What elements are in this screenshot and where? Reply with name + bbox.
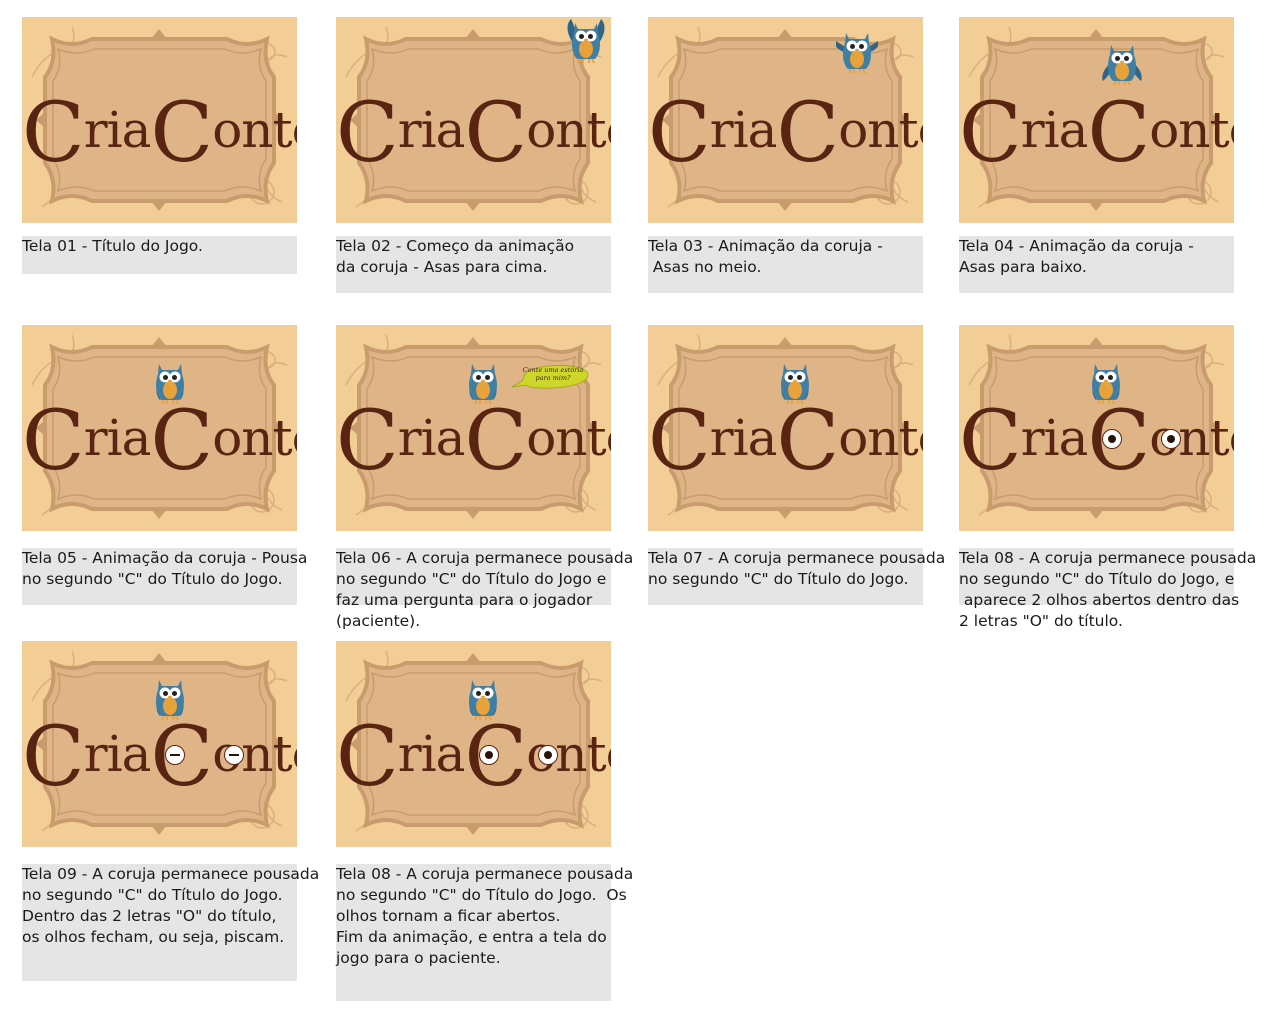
owl-icon xyxy=(565,17,607,65)
frame-caption-text: Tela 05 - Animação da coruja - Pousa no … xyxy=(22,549,308,588)
frame-caption-text: Tela 06 - A coruja permanece pousada no … xyxy=(336,549,634,630)
owl-icon xyxy=(149,358,191,406)
owl-icon xyxy=(1101,39,1143,87)
storyboard-frame-10: CriaConto xyxy=(336,641,611,847)
frame-caption-text: Tela 08 - A coruja permanece pousada no … xyxy=(336,865,634,967)
storyboard-frame-03: CriaConto xyxy=(648,17,923,223)
frame-caption: Tela 08 - A coruja permanece pousada no … xyxy=(959,548,1256,630)
game-title-logo: CriaConto xyxy=(336,86,611,181)
frame-caption-text: Tela 02 - Começo da animação da coruja -… xyxy=(336,237,575,276)
frame-caption: Tela 04 - Animação da coruja - Asas para… xyxy=(959,236,1234,293)
storyboard-frame-06: CriaConto Conte uma estória para mim? xyxy=(336,325,611,531)
game-title-logo: CriaConto xyxy=(648,86,923,181)
frame-caption-text: Tela 03 - Animação da coruja - Asas no m… xyxy=(648,237,883,276)
title-eye-left xyxy=(1102,429,1122,449)
title-eye-left xyxy=(479,745,499,765)
speech-bubble-text: Conte uma estória para mim? xyxy=(522,366,584,382)
game-title-logo: CriaConto xyxy=(959,86,1234,181)
frame-caption-text: Tela 07 - A coruja permanece pousada no … xyxy=(648,549,946,588)
game-title-logo: CriaConto xyxy=(22,86,297,181)
title-eye-right xyxy=(538,745,558,765)
frame-caption: Tela 09 - A coruja permanece pousada no … xyxy=(22,864,320,981)
storyboard-frame-01: CriaConto xyxy=(22,17,297,223)
storyboard-frame-07: CriaConto xyxy=(648,325,923,531)
title-eye-right xyxy=(1161,429,1181,449)
frame-caption: Tela 02 - Começo da animação da coruja -… xyxy=(336,236,611,293)
frame-caption: Tela 05 - Animação da coruja - Pousa no … xyxy=(22,548,308,605)
storyboard-frame-05: CriaConto xyxy=(22,325,297,531)
frame-caption-text: Tela 04 - Animação da coruja - Asas para… xyxy=(959,237,1194,276)
title-eye-left xyxy=(165,745,185,765)
owl-icon xyxy=(149,674,191,722)
frame-caption-text: Tela 01 - Título do Jogo. xyxy=(22,237,203,255)
owl-icon xyxy=(774,358,816,406)
storyboard-frame-08: CriaConto xyxy=(959,325,1234,531)
storyboard-frame-02: CriaConto xyxy=(336,17,611,223)
storyboard-frame-09: CriaConto xyxy=(22,641,297,847)
storyboard-frame-04: CriaConto xyxy=(959,17,1234,223)
owl-icon xyxy=(1085,358,1127,406)
frame-caption: Tela 01 - Título do Jogo. xyxy=(22,236,297,274)
frame-caption: Tela 08 - A coruja permanece pousada no … xyxy=(336,864,634,1001)
frame-caption: Tela 07 - A coruja permanece pousada no … xyxy=(648,548,946,605)
owl-icon xyxy=(835,27,879,75)
frame-caption: Tela 06 - A coruja permanece pousada no … xyxy=(336,548,633,630)
frame-caption-text: Tela 08 - A coruja permanece pousada no … xyxy=(959,549,1257,630)
frame-caption: Tela 03 - Animação da coruja - Asas no m… xyxy=(648,236,923,293)
speech-bubble: Conte uma estória para mim? xyxy=(510,357,590,395)
title-eye-right xyxy=(224,745,244,765)
frame-caption-text: Tela 09 - A coruja permanece pousada no … xyxy=(22,865,320,946)
owl-icon xyxy=(462,358,504,406)
owl-icon xyxy=(462,674,504,722)
